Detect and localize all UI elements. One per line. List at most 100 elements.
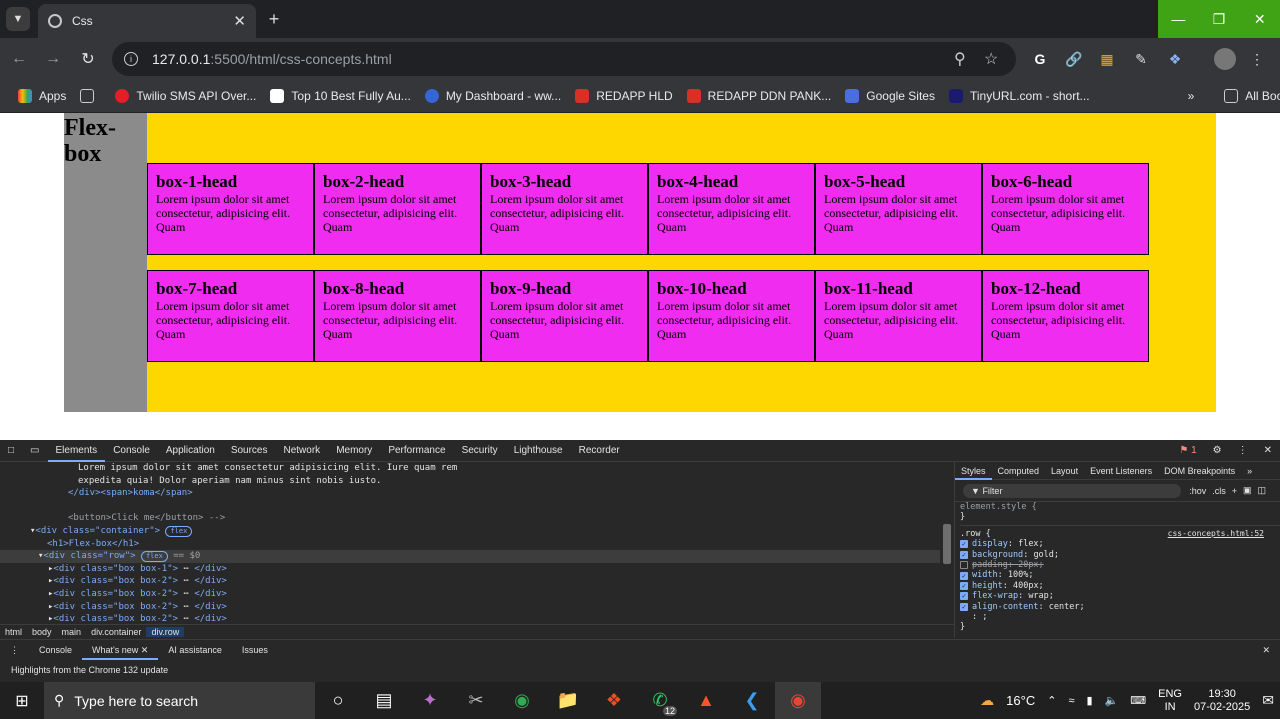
css-property[interactable]: background	[972, 550, 1023, 560]
styles-filter-input[interactable]: ▼ Filter	[963, 483, 1182, 498]
tab-search-button[interactable]: ▼	[6, 7, 30, 31]
declaration-checkbox[interactable]: ✓	[960, 592, 968, 601]
css-declaration[interactable]: padding: 20px;	[960, 560, 1280, 570]
drawer-menu-icon[interactable]: ⋮	[0, 640, 29, 660]
wifi-icon[interactable]: ≈	[1062, 695, 1080, 707]
new-declaration[interactable]: : ;	[960, 612, 1280, 622]
crumb-body[interactable]: body	[27, 627, 57, 637]
css-property[interactable]: padding	[972, 560, 1008, 570]
dom-text-line[interactable]: Lorem ipsum dolor sit amet consectetur a…	[0, 462, 940, 475]
tab-console[interactable]: Console	[105, 440, 158, 462]
tab-sources[interactable]: Sources	[223, 440, 276, 462]
css-value[interactable]: gold;	[1033, 550, 1059, 560]
css-value[interactable]: 400px;	[1013, 581, 1044, 591]
tab-layout[interactable]: Layout	[1045, 462, 1084, 480]
css-value[interactable]: 100%;	[1008, 570, 1034, 580]
css-declaration[interactable]: ✓ align-content: center;	[960, 602, 1280, 612]
declaration-checkbox[interactable]	[960, 561, 968, 570]
devtools-menu-icon[interactable]: ⋮	[1230, 440, 1256, 462]
flex-badge[interactable]: flex	[140, 551, 168, 563]
dom-node-box[interactable]: ▸<div class="box box-2"> ⋯ </div>	[0, 601, 940, 614]
dom-line[interactable]: </div><span>koma</span>	[0, 487, 940, 500]
language-indicator[interactable]: ENG IN	[1152, 688, 1188, 714]
tab-elements[interactable]: Elements	[47, 440, 106, 462]
hov-button[interactable]: :hov	[1189, 486, 1206, 496]
css-declaration[interactable]: ✓ width: 100%;	[960, 570, 1280, 580]
tab-recorder[interactable]: Recorder	[571, 440, 628, 462]
address-bar[interactable]: i 127.0.0.1:5500/html/css-concepts.html …	[112, 42, 1016, 76]
crumb-main[interactable]: main	[57, 627, 87, 637]
volume-icon[interactable]: 🔈	[1099, 694, 1125, 707]
rule-source-link[interactable]: css-concepts.html:52	[1168, 529, 1264, 539]
css-property[interactable]: flex-wrap	[972, 591, 1018, 601]
profile-avatar[interactable]	[1214, 48, 1236, 70]
site-info-icon[interactable]: i	[124, 52, 138, 66]
bookmark-google-sites[interactable]: Google Sites	[845, 89, 935, 103]
minimize-button[interactable]: —	[1158, 0, 1199, 38]
bookmark-top10[interactable]: Top 10 Best Fully Au...	[270, 89, 411, 103]
tab-performance[interactable]: Performance	[380, 440, 453, 462]
new-rule-icon[interactable]: +	[1232, 486, 1237, 496]
tab-security[interactable]: Security	[454, 440, 506, 462]
notes-extension-icon[interactable]: ▦	[1096, 48, 1118, 70]
clock[interactable]: 19:30 07-02-2025	[1188, 688, 1256, 714]
declaration-checkbox[interactable]: ✓	[960, 550, 968, 559]
dom-node-box[interactable]: ▸<div class="box box-1"> ⋯ </div>	[0, 563, 940, 576]
css-declaration[interactable]: ✓ display: flex;	[960, 539, 1280, 549]
tab-event-listeners[interactable]: Event Listeners	[1084, 462, 1158, 480]
tray-overflow-icon[interactable]: ⌃	[1041, 694, 1062, 707]
crumb-container[interactable]: div.container	[86, 627, 146, 637]
tab-memory[interactable]: Memory	[328, 440, 380, 462]
css-declaration[interactable]: ✓ background: gold;	[960, 550, 1280, 560]
tab-lighthouse[interactable]: Lighthouse	[506, 440, 571, 462]
figma-icon[interactable]: ❖	[591, 682, 637, 719]
battery-icon[interactable]: ▮	[1080, 694, 1098, 707]
close-tab-icon[interactable]: ✕	[233, 12, 246, 30]
flex-badge[interactable]: flex	[165, 525, 193, 537]
file-explorer-icon[interactable]: 📁	[545, 682, 591, 719]
declaration-checkbox[interactable]: ✓	[960, 582, 968, 591]
bookmark-twilio[interactable]: Twilio SMS API Over...	[115, 89, 256, 103]
css-property[interactable]: display	[972, 539, 1008, 549]
dom-node-box[interactable]: ▸<div class="box box-2"> ⋯ </div>	[0, 588, 940, 601]
keyboard-icon[interactable]: ⌨	[1124, 694, 1152, 707]
bookmark-star-icon[interactable]: ☆	[984, 49, 998, 69]
tab-application[interactable]: Application	[158, 440, 223, 462]
issues-counter[interactable]: ⚑ 1	[1171, 440, 1204, 462]
crumb-row[interactable]: div.row	[146, 626, 185, 637]
dom-node-row-selected[interactable]: ▾<div class="row"> flex == $0	[0, 550, 940, 563]
css-value[interactable]: center;	[1049, 602, 1085, 612]
declaration-checkbox[interactable]: ✓	[960, 571, 968, 580]
new-tab-button[interactable]: +	[262, 7, 286, 31]
menu-icon[interactable]: ⋮	[1246, 48, 1268, 70]
drawer-tab-issues[interactable]: Issues	[232, 640, 278, 660]
bookmark-dashboard[interactable]: My Dashboard - ww...	[424, 89, 561, 103]
copilot-icon[interactable]: ✦	[407, 682, 453, 719]
css-declaration[interactable]: ✓ height: 400px;	[960, 581, 1280, 591]
toggle-sidebar-icon[interactable]: ◫	[1257, 485, 1266, 496]
dom-comment-line[interactable]: <button>Click me</button> -->	[0, 512, 940, 525]
brave-icon[interactable]: ▲	[683, 682, 729, 719]
tab-dom-breakpoints[interactable]: DOM Breakpoints	[1158, 462, 1241, 480]
reload-button[interactable]: ↻	[77, 48, 99, 70]
extensions-puzzle-icon[interactable]: ❖	[1164, 48, 1186, 70]
forward-button[interactable]: →	[42, 48, 64, 70]
inspect-icon[interactable]: □	[0, 440, 22, 462]
dom-text-line[interactable]: expedita quia! Dolor aperiam nam minus s…	[0, 475, 940, 488]
tab-network[interactable]: Network	[276, 440, 329, 462]
css-value[interactable]: 20px;	[1018, 560, 1044, 570]
scrollbar-thumb[interactable]	[943, 524, 951, 564]
vscode-icon[interactable]: ❮	[729, 682, 775, 719]
close-devtools-icon[interactable]: ✕	[1256, 440, 1280, 462]
zoom-icon[interactable]: ⚲	[954, 49, 966, 69]
back-button[interactable]: ←	[8, 48, 30, 70]
link-extension-icon[interactable]: 🔗	[1063, 48, 1085, 70]
css-value[interactable]: flex;	[1018, 539, 1044, 549]
settings-gear-icon[interactable]: ⚙	[1205, 440, 1230, 462]
weather-icon[interactable]: ☁	[974, 692, 1000, 709]
css-property[interactable]: width	[972, 570, 998, 580]
elements-scrollbar[interactable]	[940, 462, 954, 632]
close-window-button[interactable]: ✕	[1239, 0, 1280, 38]
drawer-tab-console[interactable]: Console	[29, 640, 82, 660]
temperature[interactable]: 16°C	[1000, 693, 1041, 708]
